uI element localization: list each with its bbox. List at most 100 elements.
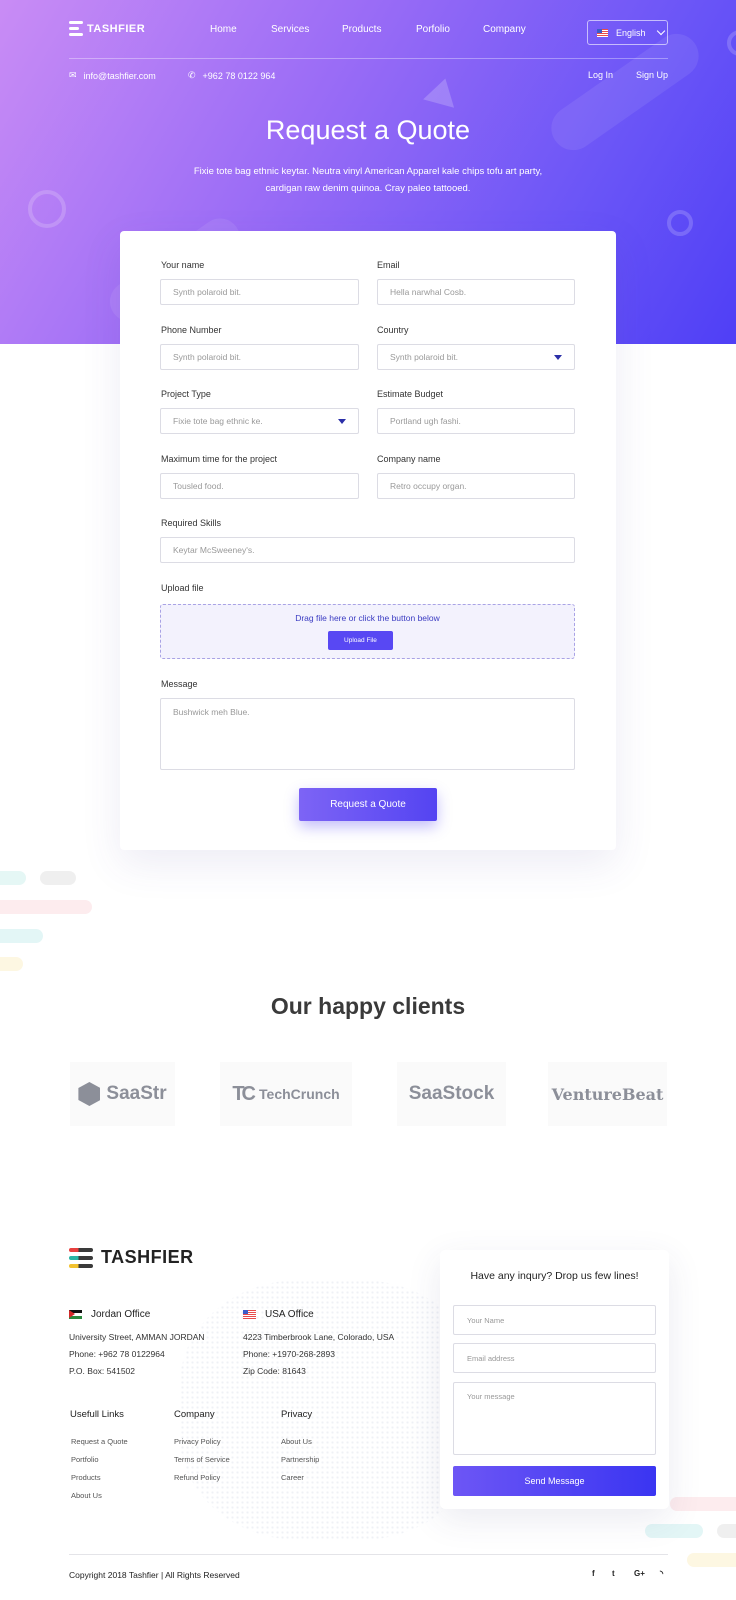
- inquiry-message-textarea[interactable]: Your message: [453, 1382, 656, 1455]
- send-message-button[interactable]: Send Message: [453, 1466, 656, 1496]
- triangle-decoration: [423, 74, 461, 108]
- stripe-decoration: [40, 871, 76, 885]
- logo-text: TASHFIER: [87, 22, 146, 35]
- usa-address: 4223 Timberbrook Lane, Colorado, USA: [243, 1332, 395, 1342]
- client-name: SaaStock: [408, 1083, 495, 1104]
- max-time-label: Maximum time for the project: [161, 454, 278, 464]
- caret-down-icon: [554, 355, 562, 360]
- rss-icon[interactable]: ◝: [660, 1569, 663, 1578]
- stripe-decoration: [0, 900, 92, 914]
- jordan-phone: Phone: +962 78 0122964: [69, 1349, 165, 1359]
- stripe-decoration: [717, 1524, 736, 1538]
- stripe-decoration: [645, 1524, 703, 1538]
- inquiry-form-title: Have any inqury? Drop us few lines!: [470, 1270, 639, 1282]
- upload-label: Upload file: [161, 583, 204, 593]
- mail-icon: ✉: [69, 70, 77, 80]
- language-selector[interactable]: English: [587, 20, 668, 45]
- name-input[interactable]: Synth polaroid bit.: [160, 279, 359, 305]
- name-label: Your name: [161, 260, 205, 270]
- stripe-decoration: [670, 1497, 736, 1511]
- subtitle-line: Fixie tote bag ethnic keytar. Neutra vin…: [193, 166, 543, 177]
- email-label: Email: [377, 260, 400, 270]
- privacy-heading: Privacy: [281, 1409, 313, 1420]
- email-input[interactable]: Hella narwhal Cosb.: [377, 279, 575, 305]
- nav-services[interactable]: Services: [271, 24, 309, 35]
- company-label: Company name: [377, 454, 441, 464]
- upload-file-button[interactable]: Upload File: [328, 631, 393, 650]
- twitter-icon[interactable]: t: [612, 1569, 615, 1578]
- page-subtitle: Fixie tote bag ethnic keytar. Neutra vin…: [168, 164, 568, 197]
- language-label: English: [616, 27, 646, 38]
- footer-logo[interactable]: TASHFIER: [69, 1247, 194, 1268]
- logo[interactable]: TASHFIER: [69, 21, 145, 36]
- saastr-icon: [78, 1082, 101, 1106]
- client-logo-venturebeat: VentureBeat: [548, 1062, 667, 1126]
- project-type-value: Fixie tote bag ethnic ke.: [173, 416, 263, 426]
- header-email[interactable]: ✉ info@tashfier.com: [69, 70, 156, 81]
- nav-products[interactable]: Products: [342, 24, 381, 35]
- message-textarea[interactable]: Bushwick meh Blue.: [160, 698, 575, 770]
- client-name: SaaStr: [106, 1083, 167, 1104]
- header-phone-text: +962 78 0122 964: [202, 70, 276, 81]
- inquiry-email-input[interactable]: Email address: [453, 1343, 656, 1373]
- footer-link-terms[interactable]: Terms of Service: [174, 1455, 230, 1464]
- stripe-decoration: [687, 1553, 736, 1567]
- client-logo-techcrunch: TC TechCrunch: [220, 1062, 352, 1126]
- footer-link-refund[interactable]: Refund Policy: [174, 1473, 220, 1482]
- client-name: TechCrunch: [259, 1086, 340, 1102]
- company-heading: Company: [174, 1409, 215, 1420]
- footer-link-career[interactable]: Career: [281, 1473, 304, 1482]
- signup-link[interactable]: Sign Up: [636, 70, 668, 80]
- jordan-office-heading: Jordan Office: [69, 1309, 150, 1320]
- jordan-flag-icon: [69, 1310, 82, 1319]
- max-time-input[interactable]: Tousled food.: [160, 473, 359, 499]
- nav-portfolio[interactable]: Porfolio: [416, 24, 450, 35]
- company-input[interactable]: Retro occupy organ.: [377, 473, 575, 499]
- phone-input[interactable]: Synth polaroid bit.: [160, 344, 359, 370]
- header-divider: [69, 58, 668, 59]
- usa-zip: Zip Code: 81643: [243, 1366, 306, 1376]
- footer-link-portfolio[interactable]: Portfolio: [71, 1455, 99, 1464]
- jordan-address: University Street, AMMAN JORDAN: [69, 1332, 205, 1342]
- stripe-decoration: [0, 957, 23, 971]
- facebook-icon[interactable]: f: [592, 1569, 595, 1578]
- country-select[interactable]: Synth polaroid bit.: [377, 344, 575, 370]
- phone-label: Phone Number: [161, 325, 222, 335]
- client-logo-saastock: SaaStock: [397, 1062, 506, 1126]
- chevron-down-icon: [656, 26, 665, 36]
- footer-link-request-quote[interactable]: Request a Quote: [71, 1437, 128, 1446]
- skills-input[interactable]: Keytar McSweeney's.: [160, 537, 575, 563]
- google-plus-icon[interactable]: G+: [634, 1569, 645, 1578]
- project-type-select[interactable]: Fixie tote bag ethnic ke.: [160, 408, 359, 434]
- stripe-decoration: [0, 871, 26, 885]
- upload-hint: Drag file here or click the button below: [295, 613, 440, 623]
- jordan-po-box: P.O. Box: 541502: [69, 1366, 136, 1376]
- us-flag-icon: [597, 28, 608, 37]
- circle-decoration: [28, 190, 66, 228]
- header-email-text: info@tashfier.com: [83, 70, 156, 81]
- logo-icon: [69, 21, 83, 36]
- nav-home[interactable]: Home: [210, 24, 237, 35]
- techcrunch-icon: TC: [232, 1082, 256, 1105]
- clients-heading: Our happy clients: [270, 993, 466, 1019]
- world-map-background: [180, 1280, 480, 1540]
- login-link[interactable]: Log In: [588, 70, 613, 80]
- footer-link-about-us[interactable]: About Us: [281, 1437, 312, 1446]
- file-dropzone[interactable]: Drag file here or click the button below…: [160, 604, 575, 659]
- footer-link-products[interactable]: Products: [71, 1473, 101, 1482]
- footer-link-about[interactable]: About Us: [71, 1491, 102, 1500]
- request-quote-button[interactable]: Request a Quote: [299, 788, 437, 821]
- country-label: Country: [377, 325, 409, 335]
- useful-links-heading: Usefull Links: [70, 1409, 124, 1420]
- footer-link-privacy-policy[interactable]: Privacy Policy: [174, 1437, 221, 1446]
- circle-decoration: [667, 210, 693, 236]
- header-phone[interactable]: ✆ +962 78 0122 964: [188, 70, 275, 81]
- project-type-label: Project Type: [161, 389, 211, 399]
- caret-down-icon: [338, 419, 346, 424]
- footer-divider: [69, 1554, 668, 1555]
- budget-input[interactable]: Portland ugh fashi.: [377, 408, 575, 434]
- page-title: Request a Quote: [265, 115, 471, 145]
- footer-link-partnership[interactable]: Partnership: [281, 1455, 319, 1464]
- nav-company[interactable]: Company: [483, 24, 526, 35]
- inquiry-name-input[interactable]: Your Name: [453, 1305, 656, 1335]
